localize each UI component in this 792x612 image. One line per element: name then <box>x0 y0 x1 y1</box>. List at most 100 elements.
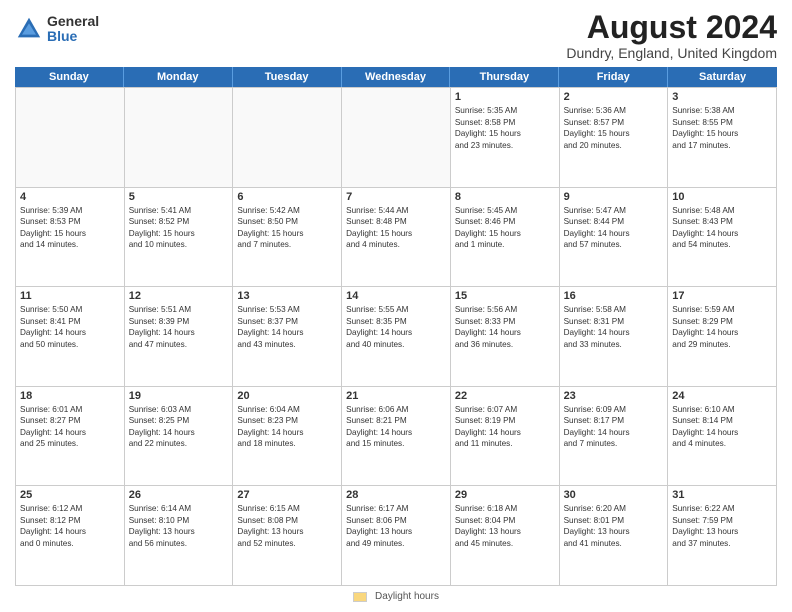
month-year: August 2024 <box>566 10 777 45</box>
logo-icon <box>15 15 43 43</box>
day-number: 16 <box>564 290 664 302</box>
day-number: 6 <box>237 191 337 203</box>
day-number: 5 <box>129 191 229 203</box>
cell-text: Sunrise: 6:01 AM Sunset: 8:27 PM Dayligh… <box>20 404 120 450</box>
day-number: 21 <box>346 390 446 402</box>
calendar-row-5: 25 Sunrise: 6:12 AM Sunset: 8:12 PM Dayli… <box>16 486 777 586</box>
legend: Daylight hours <box>15 591 777 602</box>
location: Dundry, England, United Kingdom <box>566 45 777 61</box>
cell-text: Sunrise: 6:06 AM Sunset: 8:21 PM Dayligh… <box>346 404 446 450</box>
calendar-day-29: 29Sunrise: 6:18 AM Sunset: 8:04 PM Dayli… <box>451 486 560 586</box>
calendar-day-14: 14 Sunrise: 5:55 AM Sunset: 8:35 PM Dayli… <box>342 287 451 387</box>
calendar-cell-empty <box>342 88 451 188</box>
cell-text: Sunrise: 6:14 AM Sunset: 8:10 PM Dayligh… <box>129 503 229 549</box>
day-number: 9 <box>564 191 664 203</box>
cell-text: Sunrise: 6:12 AM Sunset: 8:12 PM Dayligh… <box>20 503 120 549</box>
calendar-day-10: 10Sunrise: 5:48 AM Sunset: 8:43 PM Dayli… <box>668 188 777 288</box>
calendar-header: SundayMondayTuesdayWednesdayThursdayFrid… <box>15 67 777 87</box>
day-number: 4 <box>20 191 120 203</box>
calendar-day-1: 1 Sunrise: 5:35 AM Sunset: 8:58 PM Daylig… <box>451 88 560 188</box>
cell-text: Sunrise: 6:20 AM Sunset: 8:01 PM Dayligh… <box>564 503 664 549</box>
cell-text: Sunrise: 5:44 AM Sunset: 8:48 PM Dayligh… <box>346 205 446 251</box>
calendar-day-5: 5Sunrise: 5:41 AM Sunset: 8:52 PM Daylig… <box>125 188 234 288</box>
calendar-day-17: 17 Sunrise: 5:59 AM Sunset: 8:29 PM Dayli… <box>668 287 777 387</box>
calendar-row-3: 11Sunrise: 5:50 AM Sunset: 8:41 PM Dayli… <box>16 287 777 387</box>
cell-text: Sunrise: 6:07 AM Sunset: 8:19 PM Dayligh… <box>455 404 555 450</box>
cell-text: Sunrise: 6:15 AM Sunset: 8:08 PM Dayligh… <box>237 503 337 549</box>
cell-text: Sunrise: 5:47 AM Sunset: 8:44 PM Dayligh… <box>564 205 664 251</box>
logo-general-label: General <box>47 14 99 29</box>
day-number: 28 <box>346 489 446 501</box>
header: General Blue August 2024 Dundry, England… <box>15 10 777 61</box>
calendar-day-3: 3 Sunrise: 5:38 AM Sunset: 8:55 PM Daylig… <box>668 88 777 188</box>
cell-text: Sunrise: 5:56 AM Sunset: 8:33 PM Dayligh… <box>455 304 555 350</box>
calendar-day-26: 26 Sunrise: 6:14 AM Sunset: 8:10 PM Dayli… <box>125 486 234 586</box>
day-number: 24 <box>672 390 772 402</box>
calendar-day-25: 25 Sunrise: 6:12 AM Sunset: 8:12 PM Dayli… <box>16 486 125 586</box>
calendar-day-11: 11Sunrise: 5:50 AM Sunset: 8:41 PM Dayli… <box>16 287 125 387</box>
calendar-day-16: 16 Sunrise: 5:58 AM Sunset: 8:31 PM Dayli… <box>560 287 669 387</box>
header-day-thursday: Thursday <box>450 67 559 87</box>
calendar-row-4: 18 Sunrise: 6:01 AM Sunset: 8:27 PM Dayli… <box>16 387 777 487</box>
day-number: 14 <box>346 290 446 302</box>
calendar-day-15: 15Sunrise: 5:56 AM Sunset: 8:33 PM Dayli… <box>451 287 560 387</box>
cell-text: Sunrise: 5:42 AM Sunset: 8:50 PM Dayligh… <box>237 205 337 251</box>
calendar-day-21: 21 Sunrise: 6:06 AM Sunset: 8:21 PM Dayli… <box>342 387 451 487</box>
calendar-day-20: 20Sunrise: 6:04 AM Sunset: 8:23 PM Dayli… <box>233 387 342 487</box>
day-number: 8 <box>455 191 555 203</box>
cell-text: Sunrise: 5:38 AM Sunset: 8:55 PM Dayligh… <box>672 105 772 151</box>
day-number: 2 <box>564 91 664 103</box>
page: General Blue August 2024 Dundry, England… <box>0 0 792 612</box>
day-number: 3 <box>672 91 772 103</box>
legend-box <box>353 592 367 602</box>
calendar-day-8: 8 Sunrise: 5:45 AM Sunset: 8:46 PM Daylig… <box>451 188 560 288</box>
calendar-day-9: 9 Sunrise: 5:47 AM Sunset: 8:44 PM Daylig… <box>560 188 669 288</box>
day-number: 18 <box>20 390 120 402</box>
cell-text: Sunrise: 5:58 AM Sunset: 8:31 PM Dayligh… <box>564 304 664 350</box>
calendar-day-22: 22Sunrise: 6:07 AM Sunset: 8:19 PM Dayli… <box>451 387 560 487</box>
cell-text: Sunrise: 5:45 AM Sunset: 8:46 PM Dayligh… <box>455 205 555 251</box>
day-number: 13 <box>237 290 337 302</box>
day-number: 25 <box>20 489 120 501</box>
cell-text: Sunrise: 5:59 AM Sunset: 8:29 PM Dayligh… <box>672 304 772 350</box>
cell-text: Sunrise: 5:55 AM Sunset: 8:35 PM Dayligh… <box>346 304 446 350</box>
logo-text: General Blue <box>47 14 99 45</box>
header-day-wednesday: Wednesday <box>342 67 451 87</box>
logo-blue-label: Blue <box>47 29 99 44</box>
day-number: 17 <box>672 290 772 302</box>
day-number: 12 <box>129 290 229 302</box>
day-number: 31 <box>672 489 772 501</box>
cell-text: Sunrise: 6:10 AM Sunset: 8:14 PM Dayligh… <box>672 404 772 450</box>
calendar-row-2: 4Sunrise: 5:39 AM Sunset: 8:53 PM Daylig… <box>16 188 777 288</box>
cell-text: Sunrise: 6:18 AM Sunset: 8:04 PM Dayligh… <box>455 503 555 549</box>
calendar-day-23: 23Sunrise: 6:09 AM Sunset: 8:17 PM Dayli… <box>560 387 669 487</box>
day-number: 1 <box>455 91 555 103</box>
day-number: 19 <box>129 390 229 402</box>
calendar-body: 1 Sunrise: 5:35 AM Sunset: 8:58 PM Daylig… <box>15 87 777 586</box>
header-day-saturday: Saturday <box>668 67 777 87</box>
cell-text: Sunrise: 5:35 AM Sunset: 8:58 PM Dayligh… <box>455 105 555 151</box>
day-number: 10 <box>672 191 772 203</box>
day-number: 23 <box>564 390 664 402</box>
calendar-day-19: 19Sunrise: 6:03 AM Sunset: 8:25 PM Dayli… <box>125 387 234 487</box>
calendar-day-18: 18 Sunrise: 6:01 AM Sunset: 8:27 PM Dayli… <box>16 387 125 487</box>
day-number: 30 <box>564 489 664 501</box>
calendar-day-28: 28Sunrise: 6:17 AM Sunset: 8:06 PM Dayli… <box>342 486 451 586</box>
calendar-day-27: 27 Sunrise: 6:15 AM Sunset: 8:08 PM Dayli… <box>233 486 342 586</box>
calendar-day-6: 6 Sunrise: 5:42 AM Sunset: 8:50 PM Daylig… <box>233 188 342 288</box>
day-number: 11 <box>20 290 120 302</box>
header-day-sunday: Sunday <box>15 67 124 87</box>
calendar-row-1: 1 Sunrise: 5:35 AM Sunset: 8:58 PM Daylig… <box>16 88 777 188</box>
calendar-cell-empty <box>233 88 342 188</box>
day-number: 26 <box>129 489 229 501</box>
calendar-cell-empty <box>16 88 125 188</box>
calendar-day-13: 13Sunrise: 5:53 AM Sunset: 8:37 PM Dayli… <box>233 287 342 387</box>
cell-text: Sunrise: 6:04 AM Sunset: 8:23 PM Dayligh… <box>237 404 337 450</box>
header-day-tuesday: Tuesday <box>233 67 342 87</box>
legend-label: Daylight hours <box>375 591 439 602</box>
header-day-monday: Monday <box>124 67 233 87</box>
title-block: August 2024 Dundry, England, United King… <box>566 10 777 61</box>
day-number: 27 <box>237 489 337 501</box>
calendar-day-24: 24 Sunrise: 6:10 AM Sunset: 8:14 PM Dayli… <box>668 387 777 487</box>
day-number: 7 <box>346 191 446 203</box>
